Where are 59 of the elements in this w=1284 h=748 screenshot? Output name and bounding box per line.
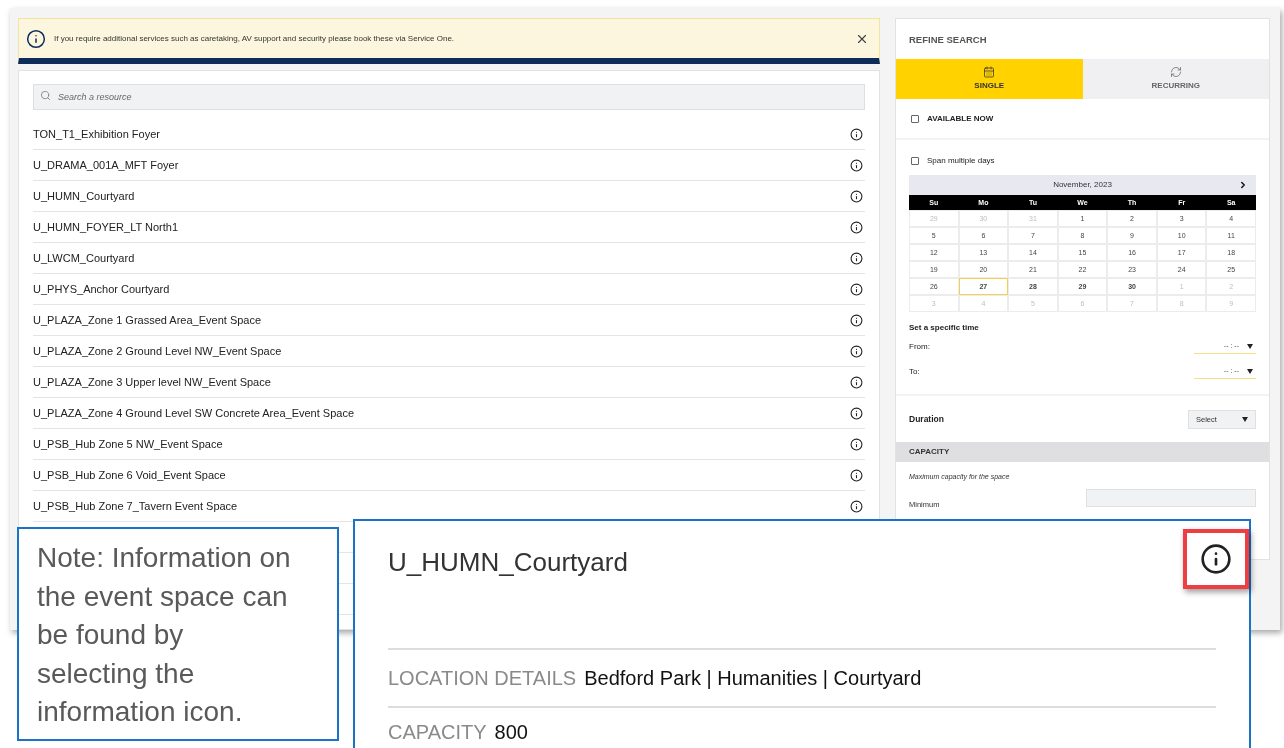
info-icon[interactable] [850,313,863,327]
month-label: November, 2023 [1053,179,1112,192]
info-icon [1200,543,1232,575]
panel-title: REFINE SEARCH [908,33,988,47]
dropdown-triangle-icon [1247,343,1253,349]
capacity-value: 800 [494,720,528,745]
info-icon[interactable] [850,344,863,358]
checkbox-label: AVAILABLE NOW [927,112,994,125]
info-icon[interactable] [850,499,863,513]
info-icon[interactable] [850,220,863,234]
mode-tab[interactable]: SINGLE [896,59,1083,100]
checkbox[interactable] [911,157,919,166]
info-icon [26,28,46,49]
resource-name[interactable]: U_HUMN_Courtyard [33,187,135,205]
dropdown-triangle-icon [1242,416,1248,422]
resource-name[interactable]: U_LWCM_Courtyard [33,249,135,267]
popup-title: U_HUMN_Courtyard [388,547,628,577]
capacity-heading: CAPACITY [896,442,1269,463]
resource-name[interactable]: U_PLAZA_Zone 1 Grassed Area_Event Space [33,311,262,329]
resource-name[interactable]: U_PSB_Hub Zone 7_Tavern Event Space [33,497,238,515]
location-value: Bedford Park | Humanities | Courtyard [584,666,922,691]
info-icon[interactable] [850,437,863,451]
mode-tab[interactable]: RECURRING [1082,59,1269,100]
search-icon [40,90,51,101]
info-icon[interactable] [850,189,863,203]
time-label: From: [909,340,930,353]
resource-name[interactable]: U_PHYS_Anchor Courtyard [33,280,170,298]
info-icon[interactable] [850,468,863,482]
section-heading: Set a specific time [909,322,980,335]
calendar-icon [983,66,996,79]
info-icon[interactable] [850,127,863,141]
checkbox-label: Span multiple days [927,155,995,168]
resource-name[interactable]: U_PLAZA_Zone 2 Ground Level NW_Event Space [33,342,282,360]
next-month-button[interactable] [1238,180,1248,191]
info-icon[interactable] [850,406,863,420]
capacity-label: CAPACITY [388,720,487,745]
minimum-field[interactable] [1086,488,1256,507]
location-label: LOCATION DETAILS [388,666,577,691]
time-label: To: [909,365,920,378]
info-icon[interactable] [850,251,863,265]
checkbox[interactable] [911,114,919,123]
info-icon[interactable] [850,282,863,296]
resource-name[interactable]: U_PLAZA_Zone 4 Ground Level SW Concrete Area_Event Space [33,404,354,422]
duration-label: Duration [909,412,944,426]
search-field[interactable]: Search a resource [33,84,865,110]
note-text: Note: Information on the event space can be found by selecting the information icon. [37,541,292,729]
chevron-right-icon [1238,180,1248,191]
resource-name[interactable]: U_PSB_Hub Zone 6 Void_Event Space [33,466,226,484]
info-icon[interactable] [850,158,863,172]
resource-name[interactable]: TON_T1_Exhibition Foyer [33,125,160,143]
banner-message: If you require additional services such as caretaking, AV support and security please book these via Service One. [54,32,456,45]
dropdown-triangle-icon [1247,368,1253,374]
resource-name[interactable]: U_DRAMA_001A_MFT Foyer [33,156,179,174]
resource-name[interactable]: U_HUMN_FOYER_LT North1 [33,218,179,236]
resource-name[interactable]: U_PSB_Hub Zone 5 NW_Event Space [33,435,223,453]
info-icon[interactable] [850,375,863,389]
info-button[interactable] [1183,529,1249,589]
resource-name[interactable]: U_PLAZA_Zone 3 Upper level NW_Event Space [33,373,271,391]
refresh-icon [1169,66,1182,79]
